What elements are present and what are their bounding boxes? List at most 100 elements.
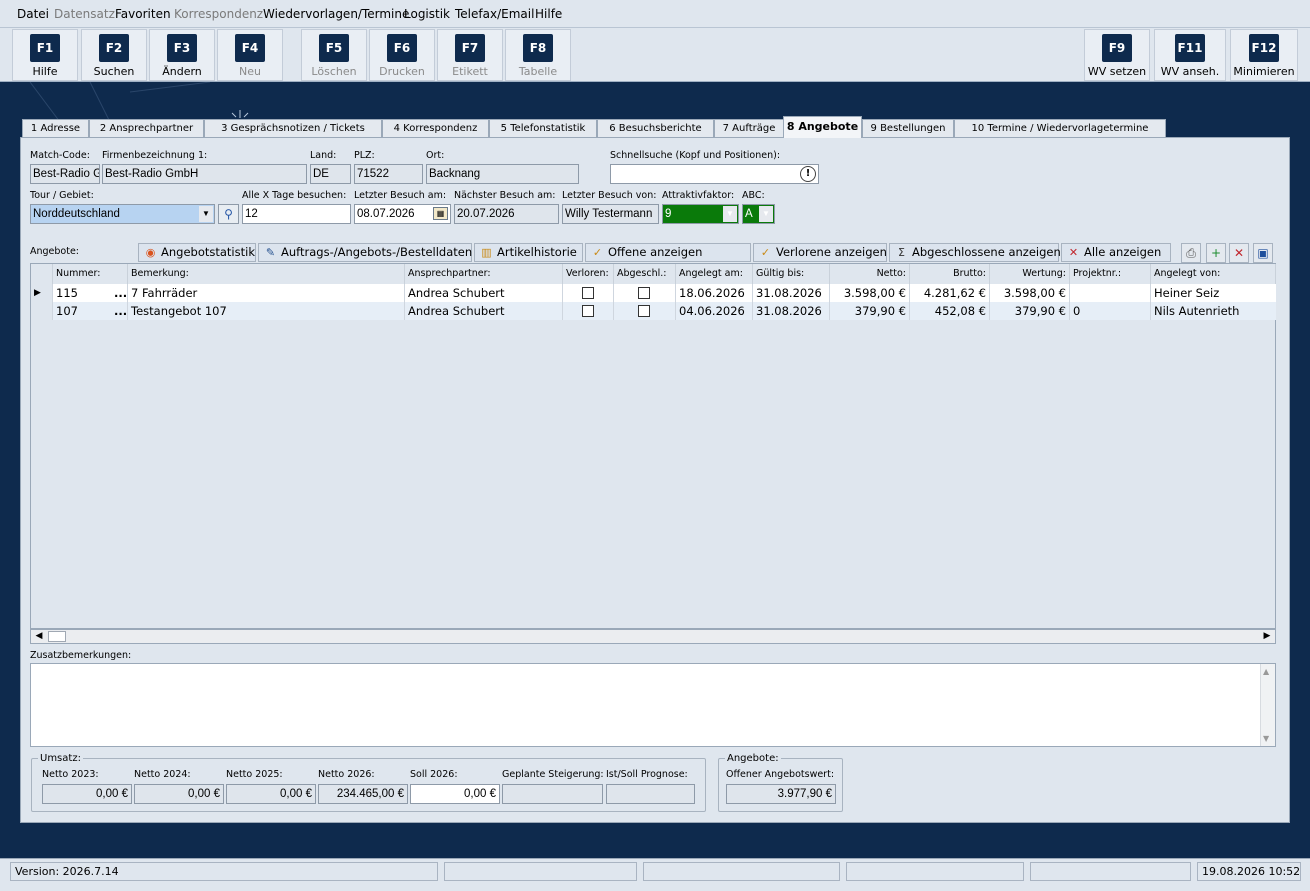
tour-select[interactable]: Norddeutschland ▼: [30, 204, 215, 224]
table-row[interactable]: 107 ... Testangebot 107 Andrea Schubert …: [31, 302, 1276, 320]
menu-datei[interactable]: Datei: [17, 7, 49, 21]
letzter-besuch-von-field[interactable]: Willy Testermann: [562, 204, 659, 224]
horizontal-scrollbar[interactable]: ◀ ▶: [30, 629, 1276, 644]
plz-field[interactable]: 71522: [354, 164, 423, 184]
angebote-table[interactable]: Nummer: Bemerkung: Ansprechpartner: Verl…: [30, 263, 1276, 629]
vertical-scrollbar[interactable]: ▲ ▼: [1260, 664, 1275, 746]
scroll-up-icon[interactable]: ▲: [1263, 667, 1269, 676]
scroll-right-icon[interactable]: ▶: [1260, 631, 1274, 642]
tab-auftraege[interactable]: 7 Aufträge: [714, 119, 784, 137]
naechster-besuch-field[interactable]: 20.07.2026: [454, 204, 559, 224]
firma-field[interactable]: Best-Radio GmbH: [102, 164, 307, 184]
row-detail-button[interactable]: ...: [111, 284, 128, 302]
col-ansprechpartner[interactable]: Ansprechpartner:: [405, 264, 563, 284]
verloren-checkbox[interactable]: [582, 287, 594, 299]
new-document-icon[interactable]: +: [1206, 243, 1226, 263]
col-abgeschlossen[interactable]: Abgeschl.:: [614, 264, 676, 284]
offener-angebotswert-field[interactable]: 3.977,90 €: [726, 784, 836, 804]
match-code-field[interactable]: Best-Radio Gr: [30, 164, 100, 184]
zusatzbemerkungen-textarea[interactable]: ▲ ▼: [30, 663, 1276, 747]
abgeschlossen-checkbox[interactable]: [638, 305, 650, 317]
tab-adresse[interactable]: 1 Adresse: [22, 119, 89, 137]
tab-termine[interactable]: 10 Termine / Wiedervorlagetermine: [954, 119, 1166, 137]
ort-field[interactable]: Backnang: [426, 164, 579, 184]
menu-hilfe[interactable]: Hilfe: [535, 7, 562, 21]
auftragsdaten-button[interactable]: ✎ Auftrags-/Angebots-/Bestelldaten: [258, 243, 472, 262]
soll-2026-field[interactable]: 0,00 €: [410, 784, 500, 804]
cell-angelegt-von: Heiner Seiz: [1154, 286, 1220, 300]
col-wertung[interactable]: Wertung:: [990, 264, 1070, 284]
f6-drucken-button[interactable]: F6 Drucken: [369, 29, 435, 81]
tab-telefonstatistik[interactable]: 5 Telefonstatistik: [489, 119, 597, 137]
tage-label: Alle X Tage besuchen:: [242, 190, 347, 201]
col-nummer[interactable]: Nummer:: [53, 264, 128, 284]
schnellsuche-input[interactable]: [610, 164, 819, 184]
f7-etikett-button[interactable]: F7 Etikett: [437, 29, 503, 81]
f11-wv-ansehen-button[interactable]: F11 WV anseh.: [1154, 29, 1226, 81]
col-verloren[interactable]: Verloren:: [563, 264, 614, 284]
tab-bestellungen[interactable]: 9 Bestellungen: [862, 119, 954, 137]
abgeschlossene-anzeigen-button[interactable]: Σ Abgeschlossene anzeigen: [889, 243, 1061, 262]
f3-aendern-button[interactable]: F3 Ändern: [149, 29, 215, 81]
netto-2026-field[interactable]: 234.465,00 €: [318, 784, 408, 804]
menu-telefax[interactable]: Telefax/Email: [455, 7, 534, 21]
verlorene-anzeigen-button[interactable]: ✓ Verlorene anzeigen: [753, 243, 887, 262]
offene-anzeigen-button[interactable]: ✓ Offene anzeigen: [585, 243, 751, 262]
letzter-besuch-field[interactable]: 08.07.2026 ▦: [354, 204, 451, 224]
filter-all-icon: ✕: [1068, 246, 1079, 259]
netto-2023-field[interactable]: 0,00 €: [42, 784, 132, 804]
f9-wv-setzen-button[interactable]: F9 WV setzen: [1084, 29, 1150, 81]
f12-minimieren-button[interactable]: F12 Minimieren: [1230, 29, 1298, 81]
f1-hilfe-button[interactable]: F1 Hilfe: [12, 29, 78, 81]
tage-field[interactable]: 12: [242, 204, 351, 224]
calendar-icon[interactable]: ▦: [433, 207, 448, 220]
scrollbar-thumb[interactable]: [48, 631, 66, 642]
tab-besuchsberichte[interactable]: 6 Besuchsberichte: [597, 119, 714, 137]
artikelhistorie-label: Artikelhistorie: [497, 245, 577, 259]
print-icon[interactable]: ⎙: [1181, 243, 1201, 263]
col-projektnr[interactable]: Projektnr.:: [1070, 264, 1151, 284]
menu-datensatz[interactable]: Datensatz: [54, 7, 115, 21]
menu-korrespondenz[interactable]: Korrespondenz: [174, 7, 263, 21]
angebotstatistik-button[interactable]: ◉ Angebotstatistik: [138, 243, 256, 262]
menu-logistik[interactable]: Logistik: [404, 7, 450, 21]
attraktiv-select[interactable]: 9 ▼: [662, 204, 739, 224]
f5-loeschen-button[interactable]: F5 Löschen: [301, 29, 367, 81]
scroll-down-icon[interactable]: ▼: [1263, 734, 1269, 743]
menu-favoriten[interactable]: Favoriten: [115, 7, 171, 21]
col-angelegt-von[interactable]: Angelegt von:: [1151, 264, 1276, 284]
col-brutto[interactable]: Brutto:: [910, 264, 990, 284]
col-netto[interactable]: Netto:: [830, 264, 910, 284]
f4-neu-button[interactable]: F4 Neu: [217, 29, 283, 81]
row-detail-button[interactable]: ...: [111, 302, 128, 320]
letzter-besuch-von-label: Letzter Besuch von:: [562, 190, 657, 201]
tab-gespraechsnotizen[interactable]: 3 Gesprächsnotizen / Tickets: [204, 119, 382, 137]
menu-wiedervorlagen[interactable]: Wiedervorlagen/Termine: [263, 7, 409, 21]
magnifier-icon[interactable]: ⚲: [218, 204, 239, 224]
verloren-checkbox[interactable]: [582, 305, 594, 317]
scroll-left-icon[interactable]: ◀: [32, 631, 46, 642]
tab-korrespondenz[interactable]: 4 Korrespondenz: [382, 119, 489, 137]
save-icon[interactable]: ▣: [1253, 243, 1273, 263]
col-angelegt-am[interactable]: Angelegt am:: [676, 264, 753, 284]
land-field[interactable]: DE: [310, 164, 351, 184]
netto-2025-field[interactable]: 0,00 €: [226, 784, 316, 804]
abgeschlossen-checkbox[interactable]: [638, 287, 650, 299]
tab-angebote[interactable]: 8 Angebote: [783, 116, 862, 138]
alle-anzeigen-button[interactable]: ✕ Alle anzeigen: [1061, 243, 1171, 262]
col-gueltig-bis[interactable]: Gültig bis:: [753, 264, 830, 284]
status-segment: [643, 862, 840, 881]
f8-tabelle-button[interactable]: F8 Tabelle: [505, 29, 571, 81]
delete-icon[interactable]: ✕: [1229, 243, 1249, 263]
geplante-steigerung-field[interactable]: [502, 784, 603, 804]
col-bemerkung[interactable]: Bemerkung:: [128, 264, 405, 284]
search-go-icon[interactable]: !: [800, 166, 816, 182]
ist-soll-prognose-field[interactable]: [606, 784, 695, 804]
artikelhistorie-button[interactable]: ▥ Artikelhistorie: [474, 243, 583, 262]
abc-select[interactable]: A ▼: [742, 204, 775, 224]
f2-suchen-button[interactable]: F2 Suchen: [81, 29, 147, 81]
tab-ansprechpartner[interactable]: 2 Ansprechpartner: [89, 119, 204, 137]
netto-2024-field[interactable]: 0,00 €: [134, 784, 224, 804]
table-row[interactable]: ▶ 115 ... 7 Fahrräder Andrea Schubert 18…: [31, 284, 1276, 302]
land-label: Land:: [310, 150, 337, 161]
